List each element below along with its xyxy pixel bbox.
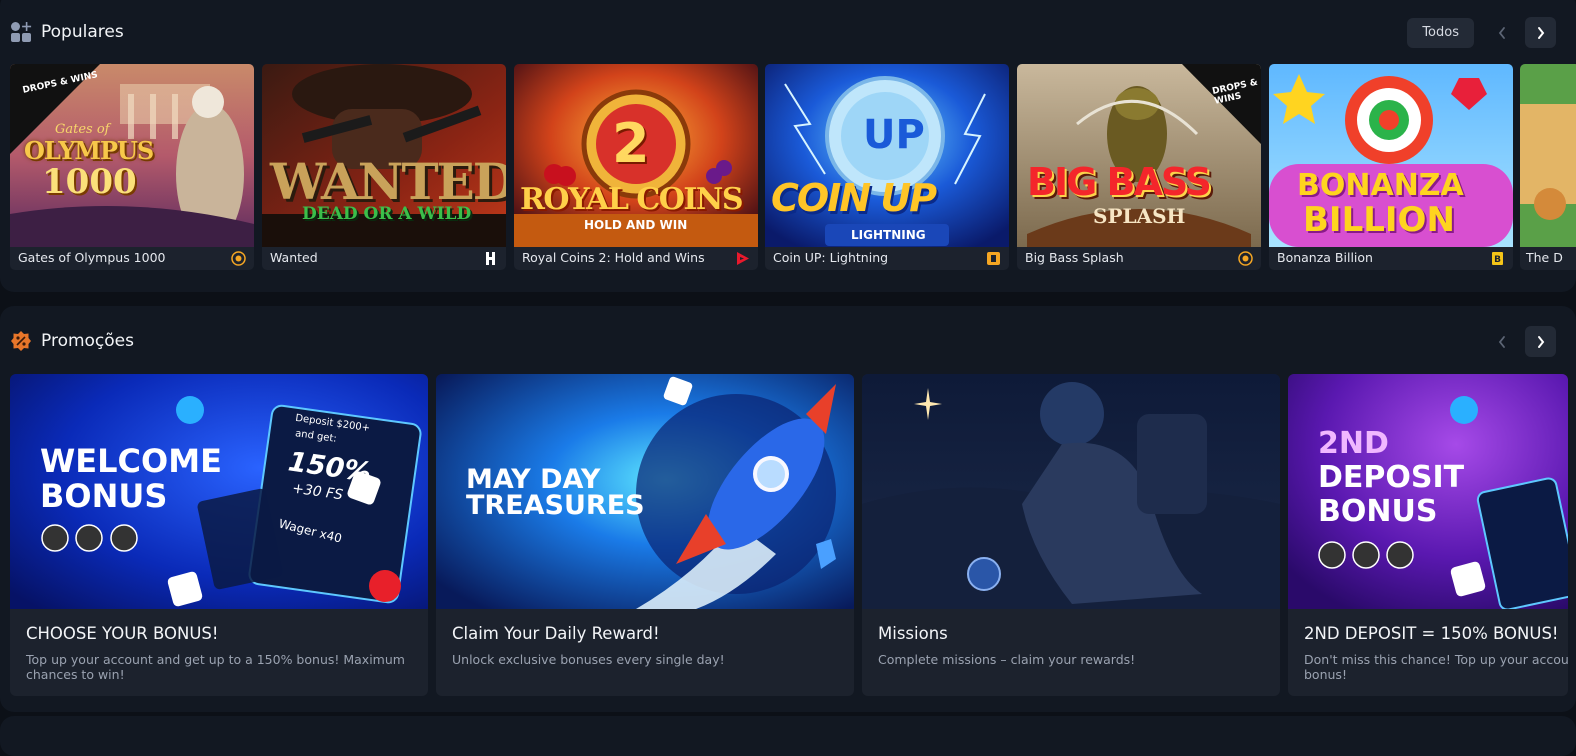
chevron-left-icon <box>1498 335 1505 348</box>
promo-banner: WELCOME BONUS Deposit $200+ and get: 150… <box>10 374 428 609</box>
game-card[interactable]: UP COIN UP LIGHTNING Coin UP: Lightning <box>765 64 1009 270</box>
popular-grid-icon <box>10 21 32 43</box>
bgaming-icon: B <box>1492 252 1503 265</box>
populares-next-button[interactable] <box>1525 17 1556 48</box>
chevron-left-icon <box>1498 26 1505 39</box>
chevron-right-icon <box>1537 335 1544 348</box>
banner-text: 2ND <box>1318 426 1389 461</box>
promocoes-section: Promoções WELCOME BONUS Deposit $200+ an… <box>0 306 1576 712</box>
populares-header: Populares Todos <box>10 12 1556 52</box>
promo-title: CHOOSE YOUR BONUS! <box>26 624 219 643</box>
promo-description: Unlock exclusive bonuses every single da… <box>452 652 725 667</box>
todos-button[interactable]: Todos <box>1407 17 1474 48</box>
promocoes-controls <box>1486 326 1556 357</box>
promo-card[interactable]: Missions Complete missions – claim your … <box>862 374 1280 696</box>
game-thumbnail: WANTED DEAD OR A WILD <box>262 64 506 247</box>
game-thumbnail: 2 ROYAL COINS HOLD AND WIN <box>514 64 758 247</box>
promocoes-prev-button[interactable] <box>1486 326 1517 357</box>
game-card[interactable]: BONANZA BILLION Bonanza Billion B <box>1269 64 1513 270</box>
thumb-text: Gates of <box>55 122 110 137</box>
promo-tag-icon <box>10 330 32 352</box>
populares-controls: Todos <box>1407 17 1556 48</box>
game-card[interactable]: 2 ROYAL COINS HOLD AND WIN Royal Coins 2… <box>514 64 758 270</box>
game-name: Bonanza Billion <box>1277 250 1373 265</box>
banner-text: BONUS <box>40 477 168 515</box>
promo-title: Claim Your Daily Reward! <box>452 624 660 643</box>
promo-card[interactable]: MAY DAY TREASURES Claim Your Daily Rewar… <box>436 374 854 696</box>
game-name: Royal Coins 2: Hold and Wins <box>522 250 705 265</box>
game-card[interactable]: DROPS & WINS BIG BASS SPLASH Big Bass Sp… <box>1017 64 1261 270</box>
booming-icon <box>987 252 1000 265</box>
thumb-text: UP <box>863 112 925 158</box>
promo-banner: 2ND DEPOSIT BONUS <box>1288 374 1568 609</box>
thumb-text: ROYAL COINS <box>520 182 744 217</box>
promocoes-next-button[interactable] <box>1525 326 1556 357</box>
thumb-text: COIN UP <box>771 176 937 220</box>
promo-card[interactable]: WELCOME BONUS Deposit $200+ and get: 150… <box>10 374 428 696</box>
promo-title: 2ND DEPOSIT = 150% BONUS! <box>1304 624 1559 643</box>
game-thumbnail: DROPS & WINS Gates of OLYMPUS 1000 <box>10 64 254 247</box>
thumb-text: WANTED <box>270 152 506 211</box>
promo-title: Missions <box>878 624 948 643</box>
thumb-text: SPLASH <box>1093 204 1186 228</box>
game-name: Gates of Olympus 1000 <box>18 250 166 265</box>
populares-section: Populares Todos DROPS & WINS Gates of OL… <box>0 0 1576 292</box>
promo-description: Don't miss this chance! Top up your acco… <box>1304 652 1568 682</box>
game-thumbnail: DROPS & WINS BIG BASS SPLASH <box>1017 64 1261 247</box>
promo-card[interactable]: 2ND DEPOSIT BONUS 2ND DEPOSIT = 150% BON… <box>1288 374 1568 696</box>
banner-text: DEPOSIT <box>1318 460 1465 495</box>
promo-description: Complete missions – claim your rewards! <box>878 652 1136 667</box>
game-card[interactable]: The D <box>1520 64 1576 270</box>
pragmatic-play-icon <box>1238 251 1253 266</box>
thumb-text: 2 <box>612 112 650 175</box>
game-card[interactable]: DROPS & WINS Gates of OLYMPUS 1000 Gates… <box>10 64 254 270</box>
games-carousel: DROPS & WINS Gates of OLYMPUS 1000 Gates… <box>10 64 1576 270</box>
game-card[interactable]: WANTED DEAD OR A WILD Wanted <box>262 64 506 270</box>
svg-text:B: B <box>1494 255 1501 265</box>
thumb-text: BILLION <box>1303 200 1455 240</box>
populares-prev-button[interactable] <box>1486 17 1517 48</box>
next-section <box>0 716 1576 756</box>
playson-icon <box>737 252 749 265</box>
game-thumbnail: BONANZA BILLION <box>1269 64 1513 247</box>
game-thumbnail: UP COIN UP LIGHTNING <box>765 64 1009 247</box>
promotions-carousel: WELCOME BONUS Deposit $200+ and get: 150… <box>10 374 1576 697</box>
promocoes-header: Promoções <box>10 321 1556 361</box>
game-name: Wanted <box>270 250 318 265</box>
banner-text: TREASURES <box>466 490 645 521</box>
thumb-text: HOLD AND WIN <box>584 218 688 232</box>
promo-banner <box>862 374 1280 609</box>
promo-banner: MAY DAY TREASURES <box>436 374 854 609</box>
thumb-text: OLYMPUS <box>24 136 154 165</box>
populares-title: Populares <box>41 22 124 42</box>
game-name: The D <box>1526 250 1563 265</box>
banner-text: WELCOME <box>40 442 222 480</box>
thumb-text: BIG BASS <box>1027 160 1212 204</box>
game-thumbnail <box>1520 64 1576 247</box>
thumb-text: LIGHTNING <box>851 228 926 242</box>
thumb-text: DEAD OR A WILD <box>302 204 472 224</box>
game-name: Coin UP: Lightning <box>773 250 889 265</box>
thumb-text: 1000 <box>42 162 137 202</box>
thumb-text: BONANZA <box>1297 168 1464 203</box>
pragmatic-play-icon <box>231 251 246 266</box>
chevron-right-icon <box>1537 26 1544 39</box>
banner-text: BONUS <box>1318 494 1438 529</box>
promo-description: Top up your account and get up to a 150%… <box>26 652 405 682</box>
promocoes-title: Promoções <box>41 331 134 351</box>
game-name: Big Bass Splash <box>1025 250 1124 265</box>
hacksaw-icon <box>486 252 495 265</box>
